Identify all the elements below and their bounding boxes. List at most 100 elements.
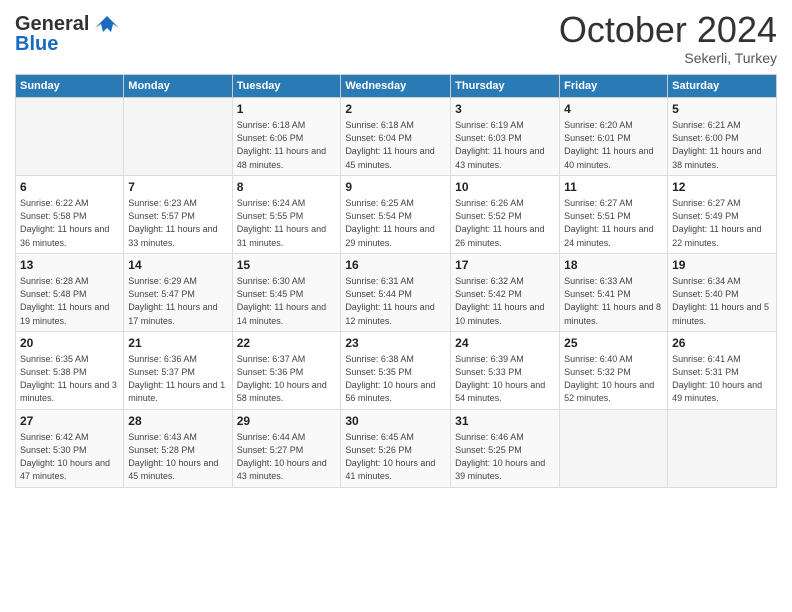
- calendar-cell: 29Sunrise: 6:44 AM Sunset: 5:27 PM Dayli…: [232, 409, 341, 487]
- calendar-cell: 28Sunrise: 6:43 AM Sunset: 5:28 PM Dayli…: [124, 409, 232, 487]
- calendar-cell: 5Sunrise: 6:21 AM Sunset: 6:00 PM Daylig…: [668, 97, 777, 175]
- day-number: 3: [455, 101, 555, 118]
- day-info: Sunrise: 6:21 AM Sunset: 6:00 PM Dayligh…: [672, 119, 772, 171]
- day-info: Sunrise: 6:22 AM Sunset: 5:58 PM Dayligh…: [20, 197, 119, 249]
- day-number: 8: [237, 179, 337, 196]
- calendar-cell: 11Sunrise: 6:27 AM Sunset: 5:51 PM Dayli…: [560, 175, 668, 253]
- day-number: 27: [20, 413, 119, 430]
- day-number: 14: [128, 257, 227, 274]
- calendar-header-row: Sunday Monday Tuesday Wednesday Thursday…: [16, 74, 777, 97]
- calendar-cell: 27Sunrise: 6:42 AM Sunset: 5:30 PM Dayli…: [16, 409, 124, 487]
- col-thursday: Thursday: [451, 74, 560, 97]
- calendar-cell: [16, 97, 124, 175]
- day-number: 31: [455, 413, 555, 430]
- day-info: Sunrise: 6:44 AM Sunset: 5:27 PM Dayligh…: [237, 431, 337, 483]
- calendar-week-row: 1Sunrise: 6:18 AM Sunset: 6:06 PM Daylig…: [16, 97, 777, 175]
- day-info: Sunrise: 6:26 AM Sunset: 5:52 PM Dayligh…: [455, 197, 555, 249]
- calendar-cell: 20Sunrise: 6:35 AM Sunset: 5:38 PM Dayli…: [16, 331, 124, 409]
- day-number: 19: [672, 257, 772, 274]
- day-info: Sunrise: 6:18 AM Sunset: 6:06 PM Dayligh…: [237, 119, 337, 171]
- col-sunday: Sunday: [16, 74, 124, 97]
- day-number: 28: [128, 413, 227, 430]
- calendar-cell: 13Sunrise: 6:28 AM Sunset: 5:48 PM Dayli…: [16, 253, 124, 331]
- calendar-cell: 3Sunrise: 6:19 AM Sunset: 6:03 PM Daylig…: [451, 97, 560, 175]
- location-subtitle: Sekerli, Turkey: [559, 50, 777, 66]
- day-info: Sunrise: 6:27 AM Sunset: 5:51 PM Dayligh…: [564, 197, 663, 249]
- calendar-cell: 23Sunrise: 6:38 AM Sunset: 5:35 PM Dayli…: [341, 331, 451, 409]
- day-info: Sunrise: 6:31 AM Sunset: 5:44 PM Dayligh…: [345, 275, 446, 327]
- day-info: Sunrise: 6:18 AM Sunset: 6:04 PM Dayligh…: [345, 119, 446, 171]
- calendar-cell: 25Sunrise: 6:40 AM Sunset: 5:32 PM Dayli…: [560, 331, 668, 409]
- calendar-cell: 14Sunrise: 6:29 AM Sunset: 5:47 PM Dayli…: [124, 253, 232, 331]
- day-number: 29: [237, 413, 337, 430]
- calendar-cell: 21Sunrise: 6:36 AM Sunset: 5:37 PM Dayli…: [124, 331, 232, 409]
- logo-blue: Blue: [15, 33, 58, 55]
- day-info: Sunrise: 6:29 AM Sunset: 5:47 PM Dayligh…: [128, 275, 227, 327]
- day-number: 22: [237, 335, 337, 352]
- day-info: Sunrise: 6:46 AM Sunset: 5:25 PM Dayligh…: [455, 431, 555, 483]
- day-info: Sunrise: 6:28 AM Sunset: 5:48 PM Dayligh…: [20, 275, 119, 327]
- day-info: Sunrise: 6:40 AM Sunset: 5:32 PM Dayligh…: [564, 353, 663, 405]
- day-info: Sunrise: 6:37 AM Sunset: 5:36 PM Dayligh…: [237, 353, 337, 405]
- day-info: Sunrise: 6:19 AM Sunset: 6:03 PM Dayligh…: [455, 119, 555, 171]
- col-saturday: Saturday: [668, 74, 777, 97]
- day-info: Sunrise: 6:27 AM Sunset: 5:49 PM Dayligh…: [672, 197, 772, 249]
- calendar-cell: [668, 409, 777, 487]
- calendar-cell: 6Sunrise: 6:22 AM Sunset: 5:58 PM Daylig…: [16, 175, 124, 253]
- col-friday: Friday: [560, 74, 668, 97]
- page: General Blue October 2024 Sekerli, Turke…: [0, 0, 792, 612]
- logo-bird-icon: [93, 14, 121, 47]
- calendar-cell: 12Sunrise: 6:27 AM Sunset: 5:49 PM Dayli…: [668, 175, 777, 253]
- calendar-table: Sunday Monday Tuesday Wednesday Thursday…: [15, 74, 777, 488]
- day-number: 16: [345, 257, 446, 274]
- logo-general: General: [15, 13, 89, 35]
- day-number: 11: [564, 179, 663, 196]
- calendar-cell: 7Sunrise: 6:23 AM Sunset: 5:57 PM Daylig…: [124, 175, 232, 253]
- calendar-week-row: 6Sunrise: 6:22 AM Sunset: 5:58 PM Daylig…: [16, 175, 777, 253]
- day-number: 13: [20, 257, 119, 274]
- calendar-cell: 10Sunrise: 6:26 AM Sunset: 5:52 PM Dayli…: [451, 175, 560, 253]
- calendar-cell: [560, 409, 668, 487]
- calendar-cell: 8Sunrise: 6:24 AM Sunset: 5:55 PM Daylig…: [232, 175, 341, 253]
- col-monday: Monday: [124, 74, 232, 97]
- day-number: 25: [564, 335, 663, 352]
- day-number: 1: [237, 101, 337, 118]
- calendar-cell: 2Sunrise: 6:18 AM Sunset: 6:04 PM Daylig…: [341, 97, 451, 175]
- calendar-cell: 9Sunrise: 6:25 AM Sunset: 5:54 PM Daylig…: [341, 175, 451, 253]
- day-number: 7: [128, 179, 227, 196]
- day-number: 10: [455, 179, 555, 196]
- day-number: 24: [455, 335, 555, 352]
- calendar-week-row: 27Sunrise: 6:42 AM Sunset: 5:30 PM Dayli…: [16, 409, 777, 487]
- col-tuesday: Tuesday: [232, 74, 341, 97]
- day-info: Sunrise: 6:24 AM Sunset: 5:55 PM Dayligh…: [237, 197, 337, 249]
- calendar-cell: 30Sunrise: 6:45 AM Sunset: 5:26 PM Dayli…: [341, 409, 451, 487]
- day-info: Sunrise: 6:35 AM Sunset: 5:38 PM Dayligh…: [20, 353, 119, 405]
- day-number: 21: [128, 335, 227, 352]
- calendar-cell: 31Sunrise: 6:46 AM Sunset: 5:25 PM Dayli…: [451, 409, 560, 487]
- day-number: 30: [345, 413, 446, 430]
- month-title: October 2024: [559, 10, 777, 50]
- day-info: Sunrise: 6:45 AM Sunset: 5:26 PM Dayligh…: [345, 431, 446, 483]
- calendar-cell: 16Sunrise: 6:31 AM Sunset: 5:44 PM Dayli…: [341, 253, 451, 331]
- day-number: 20: [20, 335, 119, 352]
- day-number: 23: [345, 335, 446, 352]
- day-info: Sunrise: 6:39 AM Sunset: 5:33 PM Dayligh…: [455, 353, 555, 405]
- day-info: Sunrise: 6:43 AM Sunset: 5:28 PM Dayligh…: [128, 431, 227, 483]
- col-wednesday: Wednesday: [341, 74, 451, 97]
- calendar-cell: 24Sunrise: 6:39 AM Sunset: 5:33 PM Dayli…: [451, 331, 560, 409]
- day-info: Sunrise: 6:33 AM Sunset: 5:41 PM Dayligh…: [564, 275, 663, 327]
- day-info: Sunrise: 6:25 AM Sunset: 5:54 PM Dayligh…: [345, 197, 446, 249]
- day-info: Sunrise: 6:41 AM Sunset: 5:31 PM Dayligh…: [672, 353, 772, 405]
- day-info: Sunrise: 6:34 AM Sunset: 5:40 PM Dayligh…: [672, 275, 772, 327]
- day-info: Sunrise: 6:36 AM Sunset: 5:37 PM Dayligh…: [128, 353, 227, 405]
- day-info: Sunrise: 6:38 AM Sunset: 5:35 PM Dayligh…: [345, 353, 446, 405]
- logo: General Blue: [15, 10, 121, 54]
- day-number: 9: [345, 179, 446, 196]
- day-info: Sunrise: 6:42 AM Sunset: 5:30 PM Dayligh…: [20, 431, 119, 483]
- calendar-cell: 17Sunrise: 6:32 AM Sunset: 5:42 PM Dayli…: [451, 253, 560, 331]
- day-number: 4: [564, 101, 663, 118]
- day-info: Sunrise: 6:23 AM Sunset: 5:57 PM Dayligh…: [128, 197, 227, 249]
- calendar-week-row: 20Sunrise: 6:35 AM Sunset: 5:38 PM Dayli…: [16, 331, 777, 409]
- calendar-cell: 22Sunrise: 6:37 AM Sunset: 5:36 PM Dayli…: [232, 331, 341, 409]
- calendar-cell: 18Sunrise: 6:33 AM Sunset: 5:41 PM Dayli…: [560, 253, 668, 331]
